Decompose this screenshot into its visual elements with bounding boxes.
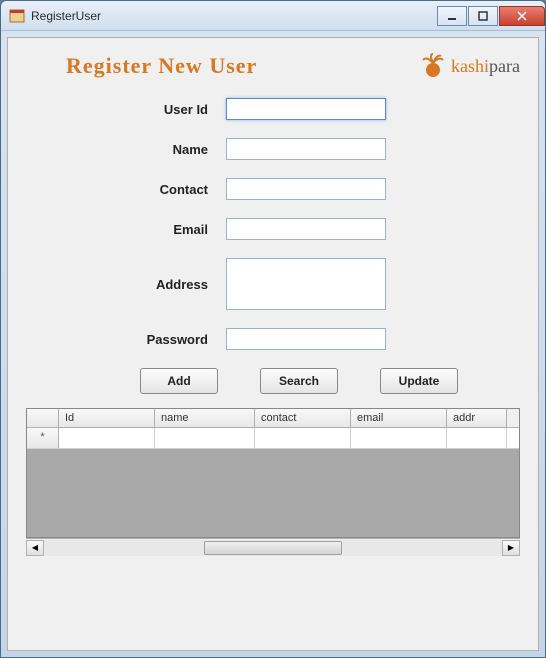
row-selector-header[interactable] bbox=[27, 409, 59, 427]
contact-row: Contact bbox=[26, 178, 520, 200]
email-field[interactable] bbox=[226, 218, 386, 240]
horizontal-scrollbar[interactable]: ◀ ▶ bbox=[26, 538, 520, 556]
password-label: Password bbox=[26, 332, 226, 347]
contact-label: Contact bbox=[26, 182, 226, 197]
app-icon bbox=[9, 8, 25, 24]
column-id-header[interactable]: Id bbox=[59, 409, 155, 427]
column-contact-header[interactable]: contact bbox=[255, 409, 351, 427]
scroll-thumb[interactable] bbox=[204, 541, 341, 555]
cell-name[interactable] bbox=[155, 428, 255, 448]
client-area: Register New User kashipara User Id Name… bbox=[7, 37, 539, 651]
register-form: User Id Name Contact Email Address Passw… bbox=[26, 98, 520, 350]
minimize-button[interactable] bbox=[437, 6, 467, 26]
column-email-header[interactable]: email bbox=[351, 409, 447, 427]
new-row-indicator: * bbox=[27, 428, 59, 448]
brand-logo: kashipara bbox=[419, 52, 520, 80]
name-field[interactable] bbox=[226, 138, 386, 160]
address-field[interactable] bbox=[226, 258, 386, 310]
user-id-field[interactable] bbox=[226, 98, 386, 120]
update-button[interactable]: Update bbox=[380, 368, 458, 394]
data-grid[interactable]: Id name contact email addr * bbox=[26, 408, 520, 538]
maximize-button[interactable] bbox=[468, 6, 498, 26]
cell-addr[interactable] bbox=[447, 428, 507, 448]
cell-contact[interactable] bbox=[255, 428, 351, 448]
column-name-header[interactable]: name bbox=[155, 409, 255, 427]
user-id-label: User Id bbox=[26, 102, 226, 117]
address-row: Address bbox=[26, 258, 520, 310]
password-row: Password bbox=[26, 328, 520, 350]
add-button[interactable]: Add bbox=[140, 368, 218, 394]
titlebar[interactable]: RegisterUser bbox=[1, 1, 545, 31]
window-title: RegisterUser bbox=[31, 9, 436, 23]
password-field[interactable] bbox=[226, 328, 386, 350]
page-title: Register New User bbox=[66, 53, 257, 79]
email-label: Email bbox=[26, 222, 226, 237]
search-button[interactable]: Search bbox=[260, 368, 338, 394]
grid-header: Id name contact email addr bbox=[27, 409, 519, 428]
cell-email[interactable] bbox=[351, 428, 447, 448]
name-label: Name bbox=[26, 142, 226, 157]
application-window: RegisterUser Register New User kashipara bbox=[0, 0, 546, 658]
scroll-right-button[interactable]: ▶ bbox=[502, 540, 520, 556]
scroll-left-button[interactable]: ◀ bbox=[26, 540, 44, 556]
palm-tree-icon bbox=[419, 52, 447, 80]
scroll-track[interactable] bbox=[44, 540, 502, 556]
contact-field[interactable] bbox=[226, 178, 386, 200]
new-row[interactable]: * bbox=[27, 428, 519, 449]
close-button[interactable] bbox=[499, 6, 545, 26]
name-row: Name bbox=[26, 138, 520, 160]
user-id-row: User Id bbox=[26, 98, 520, 120]
window-controls bbox=[436, 6, 545, 26]
header-row: Register New User kashipara bbox=[26, 52, 520, 80]
grid-body: * bbox=[27, 428, 519, 537]
button-row: Add Search Update bbox=[26, 368, 520, 394]
email-row: Email bbox=[26, 218, 520, 240]
brand-text: kashipara bbox=[451, 56, 520, 77]
cell-id[interactable] bbox=[59, 428, 155, 448]
column-addr-header[interactable]: addr bbox=[447, 409, 507, 427]
address-label: Address bbox=[26, 277, 226, 292]
